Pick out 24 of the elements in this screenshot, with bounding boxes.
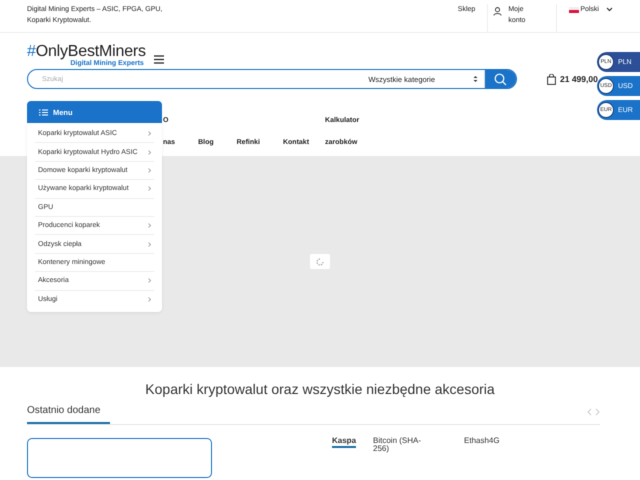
menu-icon[interactable] xyxy=(154,55,164,64)
list-icon xyxy=(39,108,48,116)
algorithm-tab[interactable]: Bitcoin (SHA-256) xyxy=(373,437,436,455)
user-icon xyxy=(493,7,502,16)
tab[interactable]: Ostatnio dodane xyxy=(27,402,110,424)
search-icon xyxy=(494,72,507,86)
section-title: Koparki kryptowalut oraz wszystkie niezbędne akcesoria xyxy=(144,381,496,397)
algorithm-tab[interactable]: Ethash4G xyxy=(464,437,512,455)
chevron-right-icon xyxy=(148,186,151,192)
chevron-right-icon xyxy=(148,150,151,155)
chevron-down-icon xyxy=(606,7,613,12)
chevron-right-icon xyxy=(148,223,151,228)
shopping-bag-icon[interactable] xyxy=(547,74,556,84)
chevron-right-icon xyxy=(148,296,151,302)
chevron-right-icon xyxy=(148,168,151,173)
flag-icon xyxy=(569,7,580,13)
chevron-right-icon xyxy=(148,278,151,284)
cart-total[interactable]: 21 499,00 xyxy=(560,74,598,84)
loading-spinner-icon xyxy=(310,254,330,269)
chevron-right-icon xyxy=(148,131,151,136)
algorithm-tab[interactable]: Kaspa xyxy=(332,437,356,448)
search-button[interactable] xyxy=(485,70,516,88)
sort-arrows-icon xyxy=(473,75,478,83)
chevron-right-icon xyxy=(148,242,151,247)
